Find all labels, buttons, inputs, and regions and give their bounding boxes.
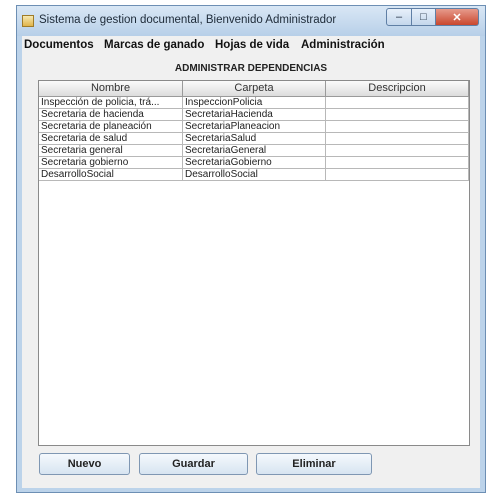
menu-documentos[interactable]: Documentos (24, 39, 94, 51)
menu-marcas-de-ganado[interactable]: Marcas de ganado (104, 39, 204, 51)
maximize-icon: □ (420, 11, 427, 23)
menu-administracion[interactable]: Administración (301, 39, 385, 51)
guardar-button[interactable]: Guardar (139, 453, 248, 475)
cell-nombre[interactable]: DesarrolloSocial (39, 169, 183, 181)
column-header-carpeta[interactable]: Carpeta (183, 81, 326, 97)
cell-carpeta[interactable]: SecretariaHacienda (183, 109, 326, 121)
table-row[interactable]: Inspección de policia, trá... Inspeccion… (39, 97, 469, 109)
table-row[interactable]: Secretaria gobierno SecretariaGobierno (39, 157, 469, 169)
cell-descripcion[interactable] (326, 169, 469, 181)
minimize-icon: – (395, 11, 403, 23)
table-row[interactable]: DesarrolloSocial DesarrolloSocial (39, 169, 469, 181)
eliminar-button[interactable]: Eliminar (256, 453, 372, 475)
cell-descripcion[interactable] (326, 109, 469, 121)
cell-carpeta[interactable]: SecretariaSalud (183, 133, 326, 145)
table-row[interactable]: Secretaria de hacienda SecretariaHaciend… (39, 109, 469, 121)
cell-nombre[interactable]: Secretaria de hacienda (39, 109, 183, 121)
close-button[interactable]: ✕ (436, 8, 479, 26)
cell-descripcion[interactable] (326, 97, 469, 109)
maximize-button[interactable]: □ (412, 8, 436, 26)
cell-nombre[interactable]: Inspección de policia, trá... (39, 97, 183, 109)
column-header-nombre[interactable]: Nombre (39, 81, 183, 97)
nuevo-button[interactable]: Nuevo (39, 453, 130, 475)
cell-nombre[interactable]: Secretaria general (39, 145, 183, 157)
close-icon: ✕ (452, 11, 462, 24)
cell-carpeta[interactable]: InspeccionPolicia (183, 97, 326, 109)
menu-hojas-de-vida[interactable]: Hojas de vida (215, 39, 289, 51)
cell-descripcion[interactable] (326, 121, 469, 133)
app-window: Sistema de gestion documental, Bienvenid… (16, 5, 486, 493)
title-bar[interactable]: Sistema de gestion documental, Bienvenid… (17, 6, 485, 36)
minimize-button[interactable]: – (386, 8, 412, 26)
cell-carpeta[interactable]: SecretariaGobierno (183, 157, 326, 169)
cell-carpeta[interactable]: SecretariaGeneral (183, 145, 326, 157)
window-controls: – □ ✕ (386, 8, 479, 26)
cell-nombre[interactable]: Secretaria de planeación (39, 121, 183, 133)
dependencias-table[interactable]: Nombre Carpeta Descripcion Inspección de… (38, 80, 470, 446)
table-row[interactable]: Secretaria de planeación SecretariaPlane… (39, 121, 469, 133)
app-icon (22, 15, 34, 27)
table-row[interactable]: Secretaria general SecretariaGeneral (39, 145, 469, 157)
table-row[interactable]: Secretaria de salud SecretariaSalud (39, 133, 469, 145)
cell-nombre[interactable]: Secretaria de salud (39, 133, 183, 145)
cell-descripcion[interactable] (326, 157, 469, 169)
cell-descripcion[interactable] (326, 145, 469, 157)
menu-bar: Documentos Marcas de ganado Hojas de vid… (22, 36, 480, 54)
column-header-descripcion[interactable]: Descripcion (326, 81, 469, 97)
cell-carpeta[interactable]: SecretariaPlaneacion (183, 121, 326, 133)
cell-nombre[interactable]: Secretaria gobierno (39, 157, 183, 169)
window-title: Sistema de gestion documental, Bienvenid… (39, 14, 337, 26)
content-area: Documentos Marcas de ganado Hojas de vid… (22, 36, 480, 488)
page-title: ADMINISTRAR DEPENDENCIAS (174, 63, 328, 74)
cell-carpeta[interactable]: DesarrolloSocial (183, 169, 326, 181)
cell-descripcion[interactable] (326, 133, 469, 145)
